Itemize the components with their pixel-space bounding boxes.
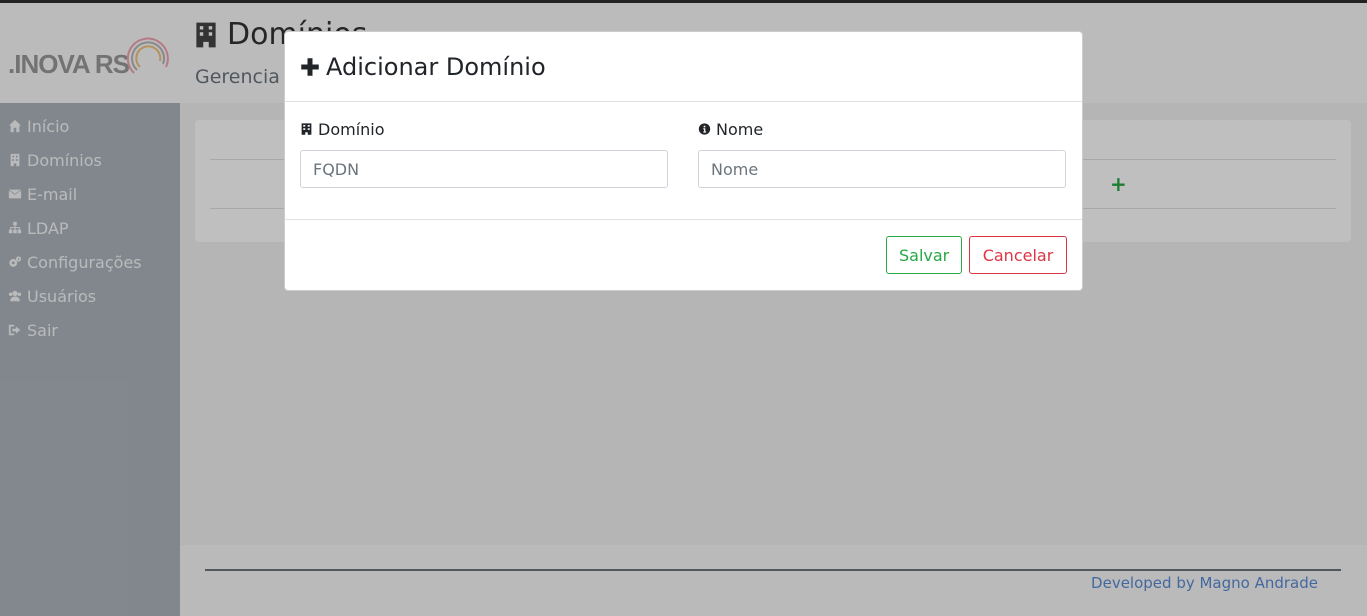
name-label-text: Nome [716,119,764,139]
modal-title: Adicionar Domínio [300,53,546,81]
cancel-button[interactable]: Cancelar [969,236,1067,274]
domain-fqdn-input[interactable] [300,150,668,188]
plus-icon [301,57,319,76]
domain-label-text: Domínio [318,119,385,139]
modal-body: Domínio Nome [285,102,1082,220]
modal-header: Adicionar Domínio [285,32,1082,102]
add-domain-modal: Adicionar Domínio Domínio Nome Salvar Ca… [284,31,1083,291]
name-form-group: Nome [698,119,1066,188]
name-label: Nome [698,119,1066,139]
save-button[interactable]: Salvar [886,236,962,274]
modal-footer: Salvar Cancelar [285,220,1082,290]
name-input[interactable] [698,150,1066,188]
modal-title-text: Adicionar Domínio [326,52,546,81]
info-circle-icon [698,123,711,135]
domain-label: Domínio [300,119,668,139]
domain-form-group: Domínio [300,119,668,188]
building-icon [301,123,312,135]
window-top-border [0,0,1367,3]
